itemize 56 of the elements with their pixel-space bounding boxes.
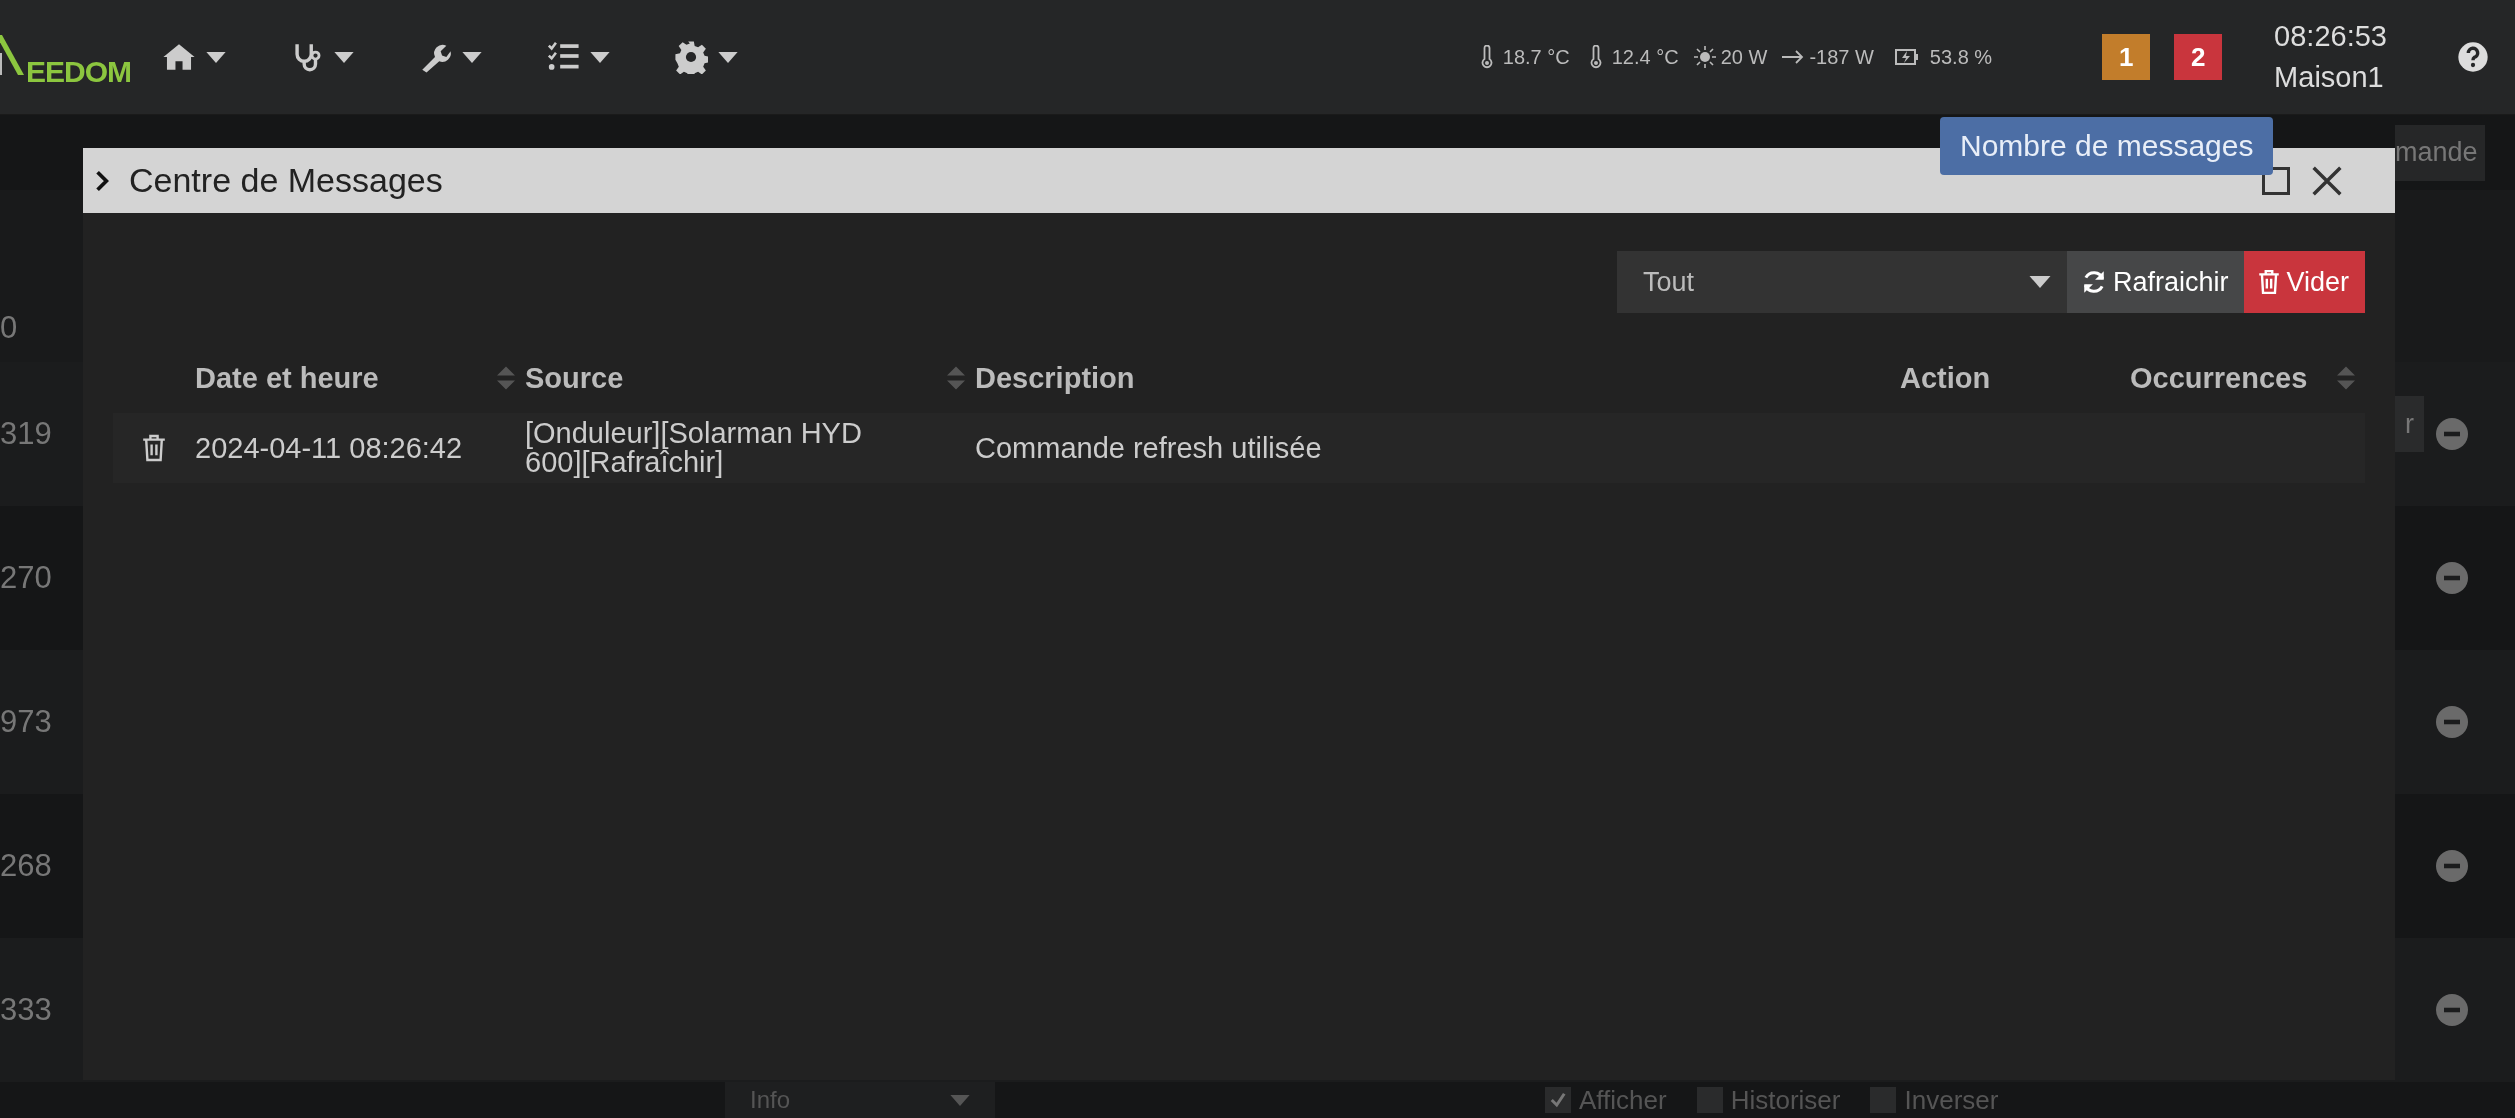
logo[interactable]: EEDOM: [0, 27, 146, 87]
filter-select[interactable]: Tout: [1616, 251, 2067, 313]
sort-icon[interactable]: [2337, 365, 2355, 391]
caret-icon: [590, 51, 610, 63]
sensor-reading: 53.8 %: [1929, 45, 1993, 69]
settings-icon: [674, 40, 708, 74]
column-header[interactable]: Occurrences: [2130, 343, 2365, 413]
column-value: 0: [0, 310, 18, 346]
table-cell: 2024-04-11 08:26:42: [195, 431, 463, 465]
sun-icon: [1692, 45, 1717, 69]
close-icon[interactable]: [2311, 164, 2343, 197]
checkbox-label: Inverser: [1904, 1084, 1999, 1116]
column-header[interactable]: Date et heure: [195, 343, 525, 413]
column-header[interactable]: Description: [975, 343, 1900, 413]
clear-button[interactable]: Vider: [2244, 251, 2365, 313]
clock-time: 08:26:53: [2274, 20, 2387, 53]
row-id: 319: [0, 416, 52, 452]
checkbox-label: Afficher: [1579, 1084, 1667, 1116]
caret-icon: [950, 1094, 970, 1106]
tooltip: Nombre de messages: [1940, 117, 2274, 175]
sort-icon[interactable]: [947, 365, 965, 391]
caret-icon: [718, 51, 738, 63]
caret-icon: [334, 51, 354, 63]
sensor-reading: 18.7 °C: [1502, 45, 1570, 69]
remove-icon[interactable]: [2436, 850, 2468, 882]
help-icon[interactable]: [2457, 41, 2489, 73]
dialog-title: Centre de Messages: [129, 161, 443, 200]
remove-icon[interactable]: [2436, 706, 2468, 738]
checkbox-label: Historiser: [1730, 1084, 1841, 1116]
delete-icon[interactable]: [142, 433, 166, 463]
row-id: 333: [0, 992, 52, 1028]
remove-icon[interactable]: [2436, 562, 2468, 594]
column-header[interactable]: Source: [525, 343, 975, 413]
remove-icon[interactable]: [2436, 994, 2468, 1026]
logo-text: EEDOM: [26, 57, 131, 87]
row-id: 973: [0, 704, 52, 740]
column-header[interactable]: Action: [1900, 343, 2130, 413]
checkbox[interactable]: [1545, 1087, 1571, 1113]
caret-icon: [206, 51, 226, 63]
message-count-badge[interactable]: 2: [2174, 34, 2223, 80]
sensor-reading: 20 W: [1720, 45, 1768, 69]
refresh-button[interactable]: Rafraichir: [2066, 251, 2245, 313]
chevron-right-icon[interactable]: [95, 169, 109, 192]
location-name: Maison1: [2274, 61, 2385, 94]
trash-icon: [2258, 269, 2281, 295]
row-id: 268: [0, 848, 52, 884]
table-cell-text: [Onduleur][Solarman HYD 600][Rafraîchir]: [525, 419, 863, 477]
caret-icon: [462, 51, 482, 63]
row-id: 270: [0, 560, 52, 596]
sensor-reading: 12.4 °C: [1611, 45, 1679, 69]
table-cell: Commande refresh utilisée: [975, 431, 1322, 465]
remove-icon[interactable]: [2436, 418, 2468, 450]
sensor-reading: -187 W: [1809, 45, 1874, 69]
check-icon: [1548, 1090, 1568, 1110]
sort-icon[interactable]: [497, 365, 515, 391]
caret-icon: [2028, 276, 2051, 288]
